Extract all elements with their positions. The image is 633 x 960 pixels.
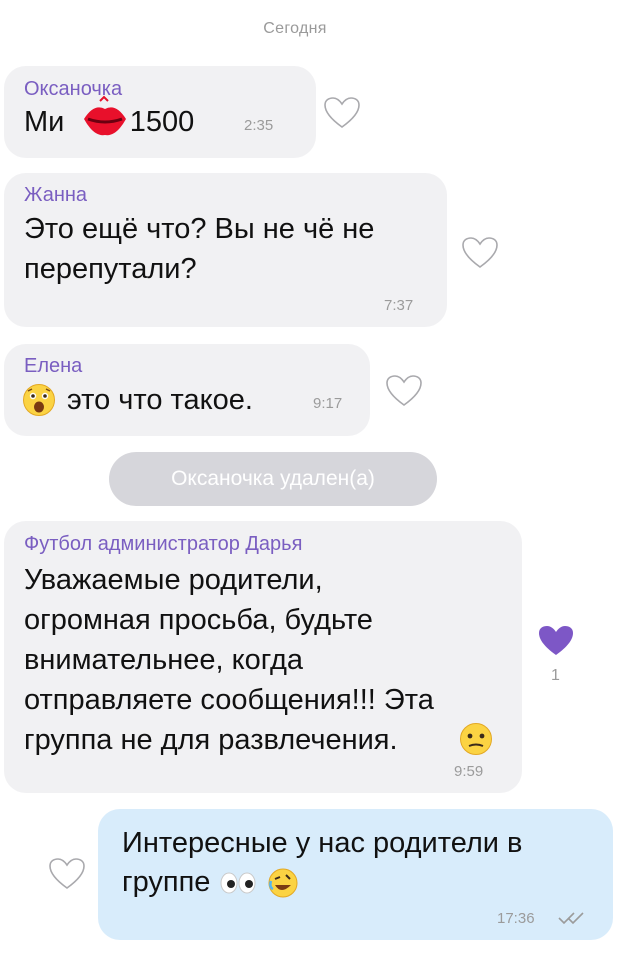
message-time: 9:17	[313, 395, 343, 412]
heart-icon[interactable]	[323, 96, 361, 130]
message-time: 17:36	[497, 910, 535, 927]
message-time: 9:59	[454, 763, 484, 780]
sender-name[interactable]: Футбол администратор Дарья	[24, 533, 302, 556]
heart-icon[interactable]	[461, 236, 499, 270]
sender-name[interactable]: Жанна	[24, 184, 87, 207]
message-text-start: Ми	[24, 106, 65, 138]
message-text: отправляете сообщения!!! Эта	[24, 684, 434, 716]
confused-face-icon	[460, 723, 492, 755]
message-text: группе	[122, 862, 299, 902]
message-text: Интересные у нас родители в	[122, 827, 523, 859]
sender-name[interactable]: Елена	[24, 355, 82, 378]
message-text: это что такое.	[67, 384, 253, 416]
message-time: 2:35	[244, 117, 274, 134]
liked-heart-icon[interactable]	[537, 624, 575, 658]
astonished-face-icon	[23, 384, 55, 416]
message-text: группа не для развлечения.	[24, 724, 398, 756]
lips-sticker-icon	[84, 95, 126, 136]
message-text: Уважаемые родители,	[24, 564, 323, 596]
message-text: Это ещё что? Вы не чё не	[24, 213, 375, 245]
heart-icon[interactable]	[385, 374, 423, 408]
message-time: 7:37	[384, 297, 414, 314]
rolling-on-floor-laughing-icon	[268, 868, 298, 898]
eyes-icon	[220, 872, 256, 894]
system-notice: Оксаночка удален(а)	[109, 452, 437, 506]
message-text: перепутали?	[24, 253, 197, 285]
message-text: огромная просьба, будьте	[24, 604, 373, 636]
heart-icon[interactable]	[48, 857, 86, 891]
like-count: 1	[551, 667, 560, 684]
message-text: внимательнее, когда	[24, 644, 304, 676]
read-double-check-icon	[558, 912, 584, 925]
message-text-line: группе	[122, 866, 211, 898]
date-separator: Сегодня	[263, 20, 327, 37]
